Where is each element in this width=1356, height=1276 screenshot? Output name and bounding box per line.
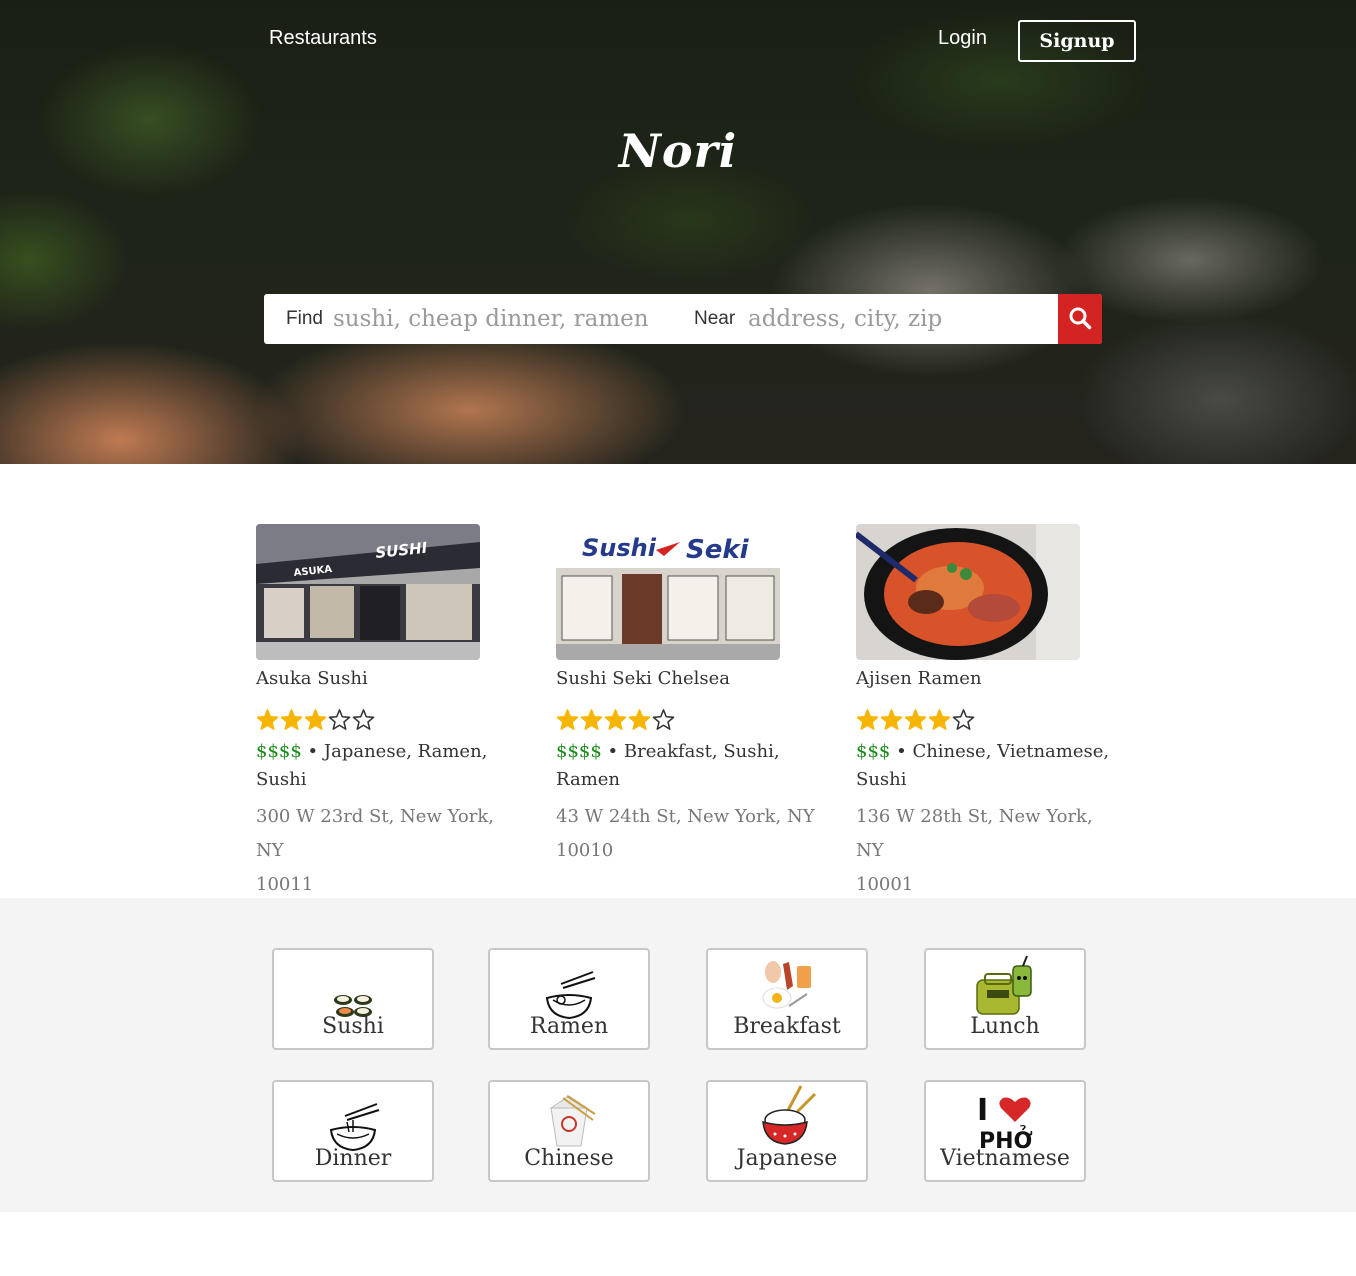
star-filled-icon [556, 709, 579, 730]
restaurant-photo[interactable]: Sushi Seki [556, 524, 780, 660]
hero-banner: Restaurants Login Signup Nori Find Near [0, 0, 1356, 464]
category-japanese[interactable]: Japanese [706, 1080, 868, 1182]
address-line1: 136 W 28th St, New York, NY [856, 806, 1093, 861]
star-filled-icon [604, 709, 627, 730]
address-line1: 43 W 24th St, New York, NY [556, 806, 815, 827]
sushi-icon [274, 960, 432, 1020]
star-filled-icon [628, 709, 651, 730]
star-filled-icon [304, 709, 327, 730]
dot-separator: • [607, 741, 624, 762]
star-filled-icon [928, 709, 951, 730]
star-filled-icon [256, 709, 279, 730]
category-label: Japanese [736, 1146, 838, 1171]
star-empty-icon [652, 709, 675, 730]
breakfast-icon [708, 954, 866, 1014]
restaurant-categories-cont: Sushi [256, 769, 307, 790]
search-bar: Find Near [264, 294, 1102, 344]
star-filled-icon [856, 709, 879, 730]
i-love-pho-icon: I PHỞ [926, 1090, 1084, 1150]
address-line2: 10001 [856, 874, 914, 895]
dot-separator: • [896, 741, 913, 762]
restaurant-categories: Japanese, Ramen, [323, 741, 488, 762]
restaurant-name[interactable]: Ajisen Ramen [856, 668, 1126, 692]
category-label: Sushi [322, 1014, 384, 1039]
ramen-bowl-icon [490, 960, 648, 1020]
restaurant-categories-cont: Ramen [556, 769, 621, 790]
star-filled-icon [904, 709, 927, 730]
star-filled-icon [880, 709, 903, 730]
category-label: Breakfast [733, 1014, 841, 1039]
search-icon [1068, 306, 1092, 333]
restaurant-list: SUSHI ASUKA Asuka Sushi $$$$ • Japanese,… [0, 524, 1356, 898]
price-level: $$$$ [556, 741, 602, 762]
rice-bowl-icon [708, 1085, 866, 1146]
login-link[interactable]: Login [938, 27, 987, 50]
star-rating [856, 708, 1126, 734]
restaurant-photo[interactable] [856, 524, 1080, 660]
price-level: $$$ [856, 741, 891, 762]
address-line1: 300 W 23rd St, New York, NY [256, 806, 494, 861]
restaurant-name[interactable]: Asuka Sushi [256, 668, 526, 692]
restaurant-meta: $$$$ • Japanese, Ramen, Sushi [256, 738, 526, 794]
category-dinner[interactable]: Dinner [272, 1080, 434, 1182]
restaurant-meta: $$$$ • Breakfast, Sushi, Ramen [556, 738, 826, 794]
star-empty-icon [352, 709, 375, 730]
category-breakfast[interactable]: Breakfast [706, 948, 868, 1050]
svg-text:I: I [977, 1093, 988, 1128]
restaurant-meta: $$$ • Chinese, Vietnamese, Sushi [856, 738, 1126, 794]
near-label: Near [694, 308, 736, 329]
restaurant-card[interactable]: Ajisen Ramen $$$ • Chinese, Vietnamese, … [856, 524, 1126, 902]
restaurant-address: 136 W 28th St, New York, NY 10001 [856, 800, 1126, 902]
category-label: Vietnamese [940, 1146, 1070, 1171]
restaurant-categories: Chinese, Vietnamese, [912, 741, 1110, 762]
star-rating [556, 708, 826, 734]
brand-logo: Nori [618, 124, 738, 178]
price-level: $$$$ [256, 741, 302, 762]
restaurant-address: 300 W 23rd St, New York, NY 10011 [256, 800, 526, 902]
svg-text:Seki: Seki [686, 535, 750, 565]
address-line2: 10010 [556, 840, 614, 861]
restaurant-categories: Breakfast, Sushi, [623, 741, 780, 762]
find-input[interactable] [333, 304, 663, 334]
takeout-box-icon [490, 1088, 648, 1148]
svg-text:Sushi: Sushi [582, 534, 657, 562]
search-button[interactable] [1058, 294, 1102, 344]
category-lunch[interactable]: Lunch [924, 948, 1086, 1050]
category-vietnamese[interactable]: I PHỞ Vietnamese [924, 1080, 1086, 1182]
category-ramen[interactable]: Ramen [488, 948, 650, 1050]
restaurant-address: 43 W 24th St, New York, NY 10010 [556, 800, 826, 868]
address-line2: 10011 [256, 874, 314, 895]
dot-separator: • [307, 741, 324, 762]
restaurant-categories-cont: Sushi [856, 769, 907, 790]
find-label: Find [286, 308, 323, 329]
restaurant-card[interactable]: SUSHI ASUKA Asuka Sushi $$$$ • Japanese,… [256, 524, 526, 902]
lunch-bag-icon [926, 955, 1084, 1016]
category-label: Chinese [524, 1146, 614, 1171]
restaurant-name[interactable]: Sushi Seki Chelsea [556, 668, 826, 692]
star-rating [256, 708, 526, 734]
category-label: Lunch [970, 1014, 1040, 1039]
near-input[interactable] [748, 304, 1048, 334]
signup-button[interactable]: Signup [1018, 20, 1136, 62]
restaurant-photo[interactable]: SUSHI ASUKA [256, 524, 480, 660]
restaurant-card[interactable]: Sushi Seki Sushi Seki Chelsea $$$$ • Bre… [556, 524, 826, 868]
noodle-bowl-icon [274, 1092, 432, 1152]
restaurants-link[interactable]: Restaurants [269, 27, 377, 50]
category-label: Ramen [529, 1014, 609, 1039]
category-grid: Sushi Ramen Breakfast Lunch Dinner Chine… [0, 898, 1356, 1212]
star-empty-icon [328, 709, 351, 730]
category-sushi[interactable]: Sushi [272, 948, 434, 1050]
star-filled-icon [580, 709, 603, 730]
star-filled-icon [280, 709, 303, 730]
category-label: Dinner [314, 1146, 392, 1171]
star-empty-icon [952, 709, 975, 730]
category-chinese[interactable]: Chinese [488, 1080, 650, 1182]
